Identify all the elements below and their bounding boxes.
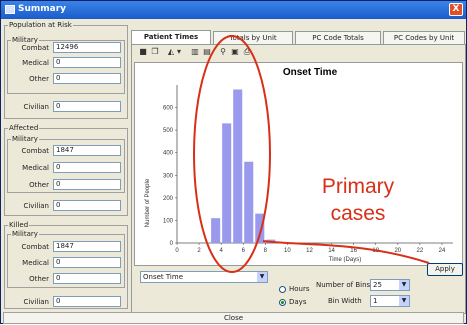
- x-tick-label: 8: [264, 248, 268, 254]
- tab-pc-codes-by-unit[interactable]: PC Codes by Unit: [383, 31, 465, 44]
- affected-medical-field[interactable]: 0: [53, 162, 121, 173]
- chevron-down-icon: ▼: [399, 296, 409, 306]
- histogram-bar: [222, 123, 232, 243]
- population-medical-field[interactable]: 0: [53, 57, 121, 68]
- patient-times-panel: ■ ❐ ◭ ▾ ▥ ▤ ⚲ ▣ ⎙ Onset Time Number of P…: [131, 44, 466, 314]
- y-tick-label: 600: [163, 106, 174, 112]
- histogram-bar: [233, 89, 243, 243]
- y-tick-label: 200: [163, 196, 174, 202]
- population-civilian-label: Civilian: [23, 103, 49, 111]
- series-select-value: Onset Time: [143, 273, 184, 281]
- population-other-field[interactable]: 0: [53, 73, 121, 84]
- histogram-bar: [244, 161, 254, 243]
- number-of-bins-select[interactable]: 25 ▼: [370, 279, 410, 291]
- population-combat-label: Combat: [21, 44, 49, 52]
- chart-title: Onset Time: [283, 67, 338, 78]
- x-tick-label: 6: [242, 248, 246, 254]
- x-tick-label: 16: [350, 248, 357, 254]
- chart-canvas: Onset Time Number of People Time (Days) …: [145, 67, 453, 263]
- hours-label: Hours: [289, 285, 310, 293]
- killed-combat-field[interactable]: 1847: [53, 241, 121, 252]
- affected-medical-label: Medical: [22, 164, 49, 172]
- x-tick-label: 0: [175, 248, 179, 254]
- bin-width-label: Bin Width: [328, 297, 362, 305]
- histogram-bar: [255, 213, 265, 243]
- fill-color-icon[interactable]: ◭: [166, 47, 176, 57]
- population-legend: Population at Risk: [9, 21, 72, 29]
- killed-civilian-field[interactable]: 0: [53, 296, 121, 307]
- bin-width-select[interactable]: 1 ▼: [370, 295, 410, 307]
- x-tick-label: 22: [417, 248, 424, 254]
- x-tick-label: 12: [306, 248, 313, 254]
- population-other-label: Other: [29, 75, 49, 83]
- affected-other-label: Other: [29, 181, 49, 189]
- killed-civilian-label: Civilian: [23, 298, 49, 306]
- tab-patient-times[interactable]: Patient Times: [131, 30, 211, 44]
- affected-combat-field[interactable]: 1847: [53, 145, 121, 156]
- killed-legend: Killed: [9, 221, 29, 229]
- days-radio[interactable]: [279, 299, 286, 306]
- killed-other-label: Other: [29, 275, 49, 283]
- save-icon[interactable]: ■: [138, 47, 148, 57]
- days-label: Days: [289, 298, 307, 306]
- x-tick-label: 24: [439, 248, 446, 254]
- apply-button[interactable]: Apply: [427, 263, 463, 276]
- histogram-bar: [266, 239, 276, 243]
- title-bar: Summary X: [1, 1, 466, 19]
- affected-legend: Affected: [9, 124, 39, 132]
- tab-pc-code-totals[interactable]: PC Code Totals: [295, 31, 381, 44]
- copy-icon[interactable]: ❐: [150, 47, 160, 57]
- affected-military-legend: Military: [12, 135, 38, 143]
- grid-horizontal-icon[interactable]: ▤: [202, 47, 212, 57]
- killed-medical-label: Medical: [22, 259, 49, 267]
- close-window-button[interactable]: X: [449, 3, 463, 16]
- x-tick-label: 10: [284, 248, 291, 254]
- x-tick-label: 14: [328, 248, 335, 254]
- killed-other-field[interactable]: 0: [53, 273, 121, 284]
- x-tick-label: 2: [197, 248, 201, 254]
- y-tick-label: 0: [170, 241, 174, 247]
- x-axis-label: Time (Days): [329, 257, 361, 263]
- y-tick-label: 400: [163, 151, 174, 157]
- affected-civilian-field[interactable]: 0: [53, 200, 121, 211]
- app-icon: [5, 5, 15, 14]
- print-preview-icon[interactable]: ▣: [230, 47, 240, 57]
- tab-totals-by-unit[interactable]: Totals by Unit: [213, 31, 293, 44]
- y-axis-label: Number of People: [145, 178, 151, 227]
- population-military-legend: Military: [12, 36, 38, 44]
- series-select[interactable]: Onset Time ▼: [140, 271, 268, 283]
- summary-window: Summary X Population at Risk Military Co…: [0, 0, 467, 324]
- hours-radio[interactable]: [279, 286, 286, 293]
- killed-combat-label: Combat: [21, 243, 49, 251]
- affected-combat-label: Combat: [21, 147, 49, 155]
- y-tick-label: 500: [163, 128, 174, 134]
- bin-width-value: 1: [373, 297, 378, 305]
- chevron-down-icon: ▼: [257, 272, 267, 282]
- grid-vertical-icon[interactable]: ▥: [190, 47, 200, 57]
- print-icon[interactable]: ⎙: [242, 47, 252, 57]
- y-tick-label: 100: [163, 218, 174, 224]
- window-title: Summary: [18, 4, 67, 14]
- number-of-bins-value: 25: [373, 281, 382, 289]
- y-tick-label: 300: [163, 173, 174, 179]
- population-combat-field[interactable]: 12496: [53, 42, 121, 53]
- x-tick-label: 18: [372, 248, 379, 254]
- population-civilian-field[interactable]: 0: [53, 101, 121, 112]
- population-medical-label: Medical: [22, 59, 49, 67]
- zoom-icon[interactable]: ⚲: [218, 47, 228, 57]
- x-tick-label: 20: [394, 248, 401, 254]
- chevron-down-icon: ▼: [399, 280, 409, 290]
- killed-military-legend: Military: [12, 230, 38, 238]
- killed-medical-field[interactable]: 0: [53, 257, 121, 268]
- histogram-bar: [211, 218, 221, 243]
- affected-civilian-label: Civilian: [23, 202, 49, 210]
- close-button[interactable]: Close: [3, 312, 464, 324]
- number-of-bins-label: Number of Bins: [316, 281, 371, 289]
- affected-other-field[interactable]: 0: [53, 179, 121, 190]
- onset-time-chart: Onset Time Number of People Time (Days) …: [134, 62, 463, 266]
- dropdown-arrow-icon[interactable]: ▾: [176, 47, 182, 57]
- x-tick-label: 4: [219, 248, 223, 254]
